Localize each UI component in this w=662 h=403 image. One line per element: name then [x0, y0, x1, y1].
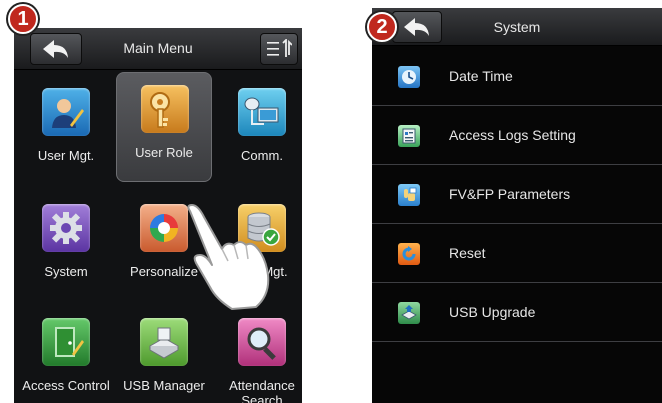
menu-item-label: FV&FP Parameters [449, 186, 571, 202]
reset-icon [398, 243, 420, 265]
system-screen: System Date Time Access Logs Setting FV&… [372, 8, 662, 403]
clock-icon [398, 66, 420, 88]
tile-user-role[interactable]: User Role [116, 72, 212, 182]
page-title: System [493, 19, 541, 35]
tile-comm[interactable]: Comm. [214, 76, 302, 186]
usb-disk-icon [140, 318, 188, 366]
step-2-badge: 2 [367, 12, 397, 42]
tile-system[interactable]: System [18, 192, 114, 302]
tile-label: User Role [135, 145, 193, 160]
tile-label: User Mgt. [37, 148, 95, 163]
network-icon [238, 88, 286, 136]
menu-item-date-time[interactable]: Date Time [372, 47, 662, 106]
page-title: Main Menu [123, 40, 193, 56]
menu-item-access-logs-setting[interactable]: Access Logs Setting [372, 106, 662, 165]
logs-icon [398, 125, 420, 147]
menu-item-usb-upgrade[interactable]: USB Upgrade [372, 283, 662, 342]
menu-item-label: Access Logs Setting [449, 127, 576, 143]
menu-item-reset[interactable]: Reset [372, 224, 662, 283]
tile-label: System [44, 264, 88, 279]
color-wheel-icon [140, 204, 188, 252]
main-menu-header: Main Menu [14, 28, 302, 70]
tile-user-mgt[interactable]: User Mgt. [18, 76, 114, 186]
menu-item-fvfp-parameters[interactable]: FV&FP Parameters [372, 165, 662, 224]
system-header: System [372, 8, 662, 46]
menu-item-label: Reset [449, 245, 486, 261]
menu-item-label: Date Time [449, 68, 513, 84]
user-mgt-icon [42, 88, 90, 136]
sort-icon [267, 39, 292, 57]
magnifier-icon [238, 318, 286, 366]
tile-attendance-search[interactable]: Attendance Search [214, 306, 302, 403]
step-1-badge: 1 [8, 4, 38, 34]
finger-icon [398, 184, 420, 206]
hand-pointer-icon [187, 204, 270, 310]
tile-access-control[interactable]: Access Control [18, 306, 114, 403]
tile-label: Comm. [241, 148, 283, 163]
sort-button[interactable] [260, 33, 298, 65]
tile-label: Attendance Search [229, 378, 295, 403]
gear-icon [42, 204, 90, 252]
tile-label: Access Control [22, 378, 110, 393]
key-icon [141, 85, 189, 133]
door-icon [42, 318, 90, 366]
usb-upgrade-icon [398, 302, 420, 324]
menu-item-label: USB Upgrade [449, 304, 536, 320]
main-menu-screen: Main Menu User Mgt. User Role Comm. Syst… [14, 28, 302, 403]
tile-label: USB Manager [123, 378, 205, 393]
tile-usb-manager[interactable]: USB Manager [116, 306, 212, 403]
